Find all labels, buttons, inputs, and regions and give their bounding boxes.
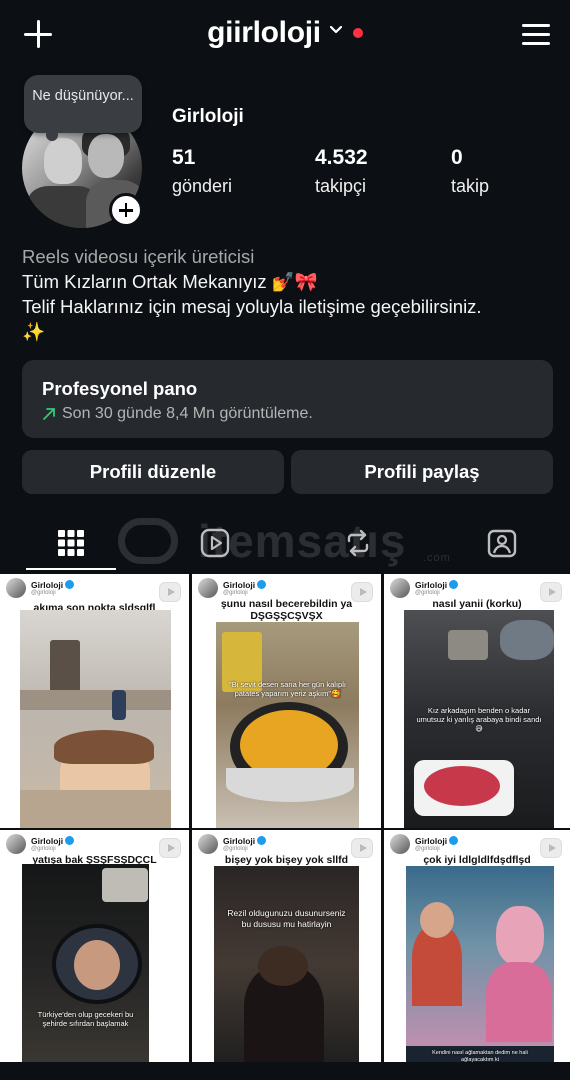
post-overlay-text: "Bi sevit desen sana her gün kalıplı pat…	[229, 680, 346, 698]
professional-dashboard[interactable]: Profesyonel pano Son 30 günde 8,4 Mn gör…	[22, 360, 553, 438]
stat-following-count: 0	[451, 146, 463, 169]
verified-badge-icon	[449, 579, 459, 589]
post-image: "Bi sevit desen sana her gün kalıplı pat…	[216, 622, 359, 828]
stat-following-label: takip	[451, 176, 490, 196]
reel-icon	[159, 582, 181, 602]
post-image	[20, 610, 171, 828]
tab-tagged[interactable]	[457, 515, 547, 571]
chevron-down-icon[interactable]	[329, 23, 343, 37]
edit-profile-button[interactable]: Profili düzenle	[22, 450, 284, 494]
display-name: Girloloji	[172, 106, 244, 127]
verified-badge-icon	[257, 835, 267, 845]
repost-icon	[347, 529, 369, 557]
post-author-handle: @girloloji	[31, 589, 56, 596]
post-caption: bişey yok bişey yok sllfd	[224, 854, 349, 866]
username[interactable]: giirloloji	[207, 16, 321, 50]
verified-badge-icon	[449, 835, 459, 845]
post-avatar	[390, 834, 410, 854]
post-author: Girloloji @girloloji	[6, 834, 75, 854]
post-thumbnail[interactable]: Girloloji @girloloji yatışa bak ŞSŞFSŞDÇ…	[0, 830, 189, 1062]
post-thumbnail[interactable]: Girloloji @girloloji şunu nasıl becerebi…	[192, 574, 381, 828]
grid-icon	[58, 530, 84, 556]
verified-badge-icon	[257, 579, 267, 589]
bio-line-2: Telif Haklarınız için mesaj yoluyla ilet…	[22, 296, 482, 317]
post-image: Kendini nasıl ağlamaktan dedim ne hali a…	[406, 866, 554, 1062]
dashboard-subtitle-row: Son 30 günde 8,4 Mn görüntüleme.	[42, 405, 533, 423]
post-caption: nasıl yanii (korku)	[432, 598, 522, 610]
post-thumbnail[interactable]: Girloloji @girloloji bişey yok bişey yok…	[192, 830, 381, 1062]
post-thumbnail[interactable]: Girloloji @girloloji çok iyi ldlgldlfdşd…	[384, 830, 570, 1062]
post-overlay-text: Kız arkadaşım benden o kadar umutsuz ki …	[416, 706, 542, 733]
post-author: Girloloji @girloloji	[390, 578, 459, 598]
posts-grid: Girloloji @girloloji akıma son nokta sld…	[0, 574, 570, 1062]
post-avatar	[198, 578, 218, 598]
bottom-strip	[0, 1062, 570, 1080]
notification-dot	[352, 28, 363, 38]
stat-followers-count: 4.532	[315, 146, 368, 169]
post-author-name: Girloloji	[31, 579, 64, 590]
post-author-handle: @girloloji	[415, 845, 440, 852]
top-bar: giirloloji	[0, 0, 570, 70]
tagged-person-icon	[487, 529, 517, 558]
dashboard-subtitle: Son 30 günde 8,4 Mn görüntüleme.	[62, 405, 313, 422]
post-author: Girloloji @girloloji	[6, 578, 75, 598]
stat-following[interactable]: 0 takip	[451, 146, 489, 197]
post-author-handle: @girloloji	[31, 845, 56, 852]
note-bubble[interactable]: Ne düşünüyor...	[24, 75, 142, 141]
post-author-name: Girloloji	[31, 835, 64, 846]
bio-line-1: Tüm Kızların Ortak Mekanıyız 💅🎀	[22, 271, 318, 292]
hamburger-menu-icon[interactable]	[522, 22, 552, 48]
post-image: Kız arkadaşım benden o kadar umutsuz ki …	[404, 610, 554, 828]
post-author-handle: @girloloji	[223, 589, 248, 596]
post-author: Girloloji @girloloji	[390, 834, 459, 854]
post-author-handle: @girloloji	[415, 589, 440, 596]
profile-tabs	[0, 515, 570, 571]
post-author-name: Girloloji	[415, 835, 448, 846]
trend-up-arrow-icon	[43, 408, 55, 420]
post-author-name: Girloloji	[415, 579, 448, 590]
reels-icon	[200, 528, 230, 558]
stat-followers-label: takipçi	[315, 176, 367, 196]
share-profile-button[interactable]: Profili paylaş	[291, 450, 553, 494]
post-image: Rezil oldugunuzu dusunurseniz bu dususu …	[214, 866, 359, 1062]
stat-posts-count: 51	[172, 146, 196, 169]
post-author-name: Girloloji	[223, 835, 256, 846]
post-overlay-text: Rezil oldugunuzu dusunurseniz bu dususu …	[227, 908, 346, 929]
verified-badge-icon	[65, 579, 75, 589]
bio: Reels videosu içerik üreticisi Tüm Kızla…	[22, 244, 552, 344]
post-avatar	[198, 834, 218, 854]
bio-line-3: ✨	[22, 321, 46, 342]
post-avatar	[6, 578, 26, 598]
verified-badge-icon	[65, 835, 75, 845]
post-avatar	[6, 834, 26, 854]
post-image: Türkiye'den olup gecekeri bu şehirde sıf…	[22, 864, 149, 1062]
post-author-name: Girloloji	[223, 579, 256, 590]
active-tab-indicator	[26, 568, 116, 570]
tab-reels[interactable]	[170, 515, 260, 571]
post-overlay-text: Kendini nasıl ağlamaktan dedim ne hali a…	[432, 1050, 528, 1062]
tab-posts[interactable]	[26, 515, 116, 571]
stat-followers[interactable]: 4.532 takipçi	[315, 146, 368, 197]
bio-category: Reels videosu içerik üreticisi	[22, 246, 255, 267]
post-avatar	[390, 578, 410, 598]
post-thumbnail[interactable]: Girloloji @girloloji akıma son nokta sld…	[0, 574, 189, 828]
post-caption: çok iyi ldlgldlfdşdflşd	[423, 854, 531, 866]
tab-reposts[interactable]	[313, 515, 403, 571]
post-author: Girloloji @girloloji	[198, 578, 267, 598]
post-overlay-text: Türkiye'den olup gecekeri bu şehirde sıf…	[37, 1010, 134, 1028]
account-switcher[interactable]: giirloloji	[0, 16, 570, 50]
stat-posts[interactable]: 51 gönderi	[172, 146, 232, 197]
dashboard-title: Profesyonel pano	[42, 378, 198, 399]
stat-posts-label: gönderi	[172, 176, 233, 196]
post-author: Girloloji @girloloji	[198, 834, 267, 854]
add-story-plus-icon[interactable]	[109, 193, 143, 227]
post-thumbnail[interactable]: Girloloji @girloloji nasıl yanii (korku)…	[384, 574, 570, 828]
post-author-handle: @girloloji	[223, 845, 248, 852]
post-caption: şunu nasıl becerebildin ya DŞGŞŞCŞVŞX	[220, 598, 353, 622]
